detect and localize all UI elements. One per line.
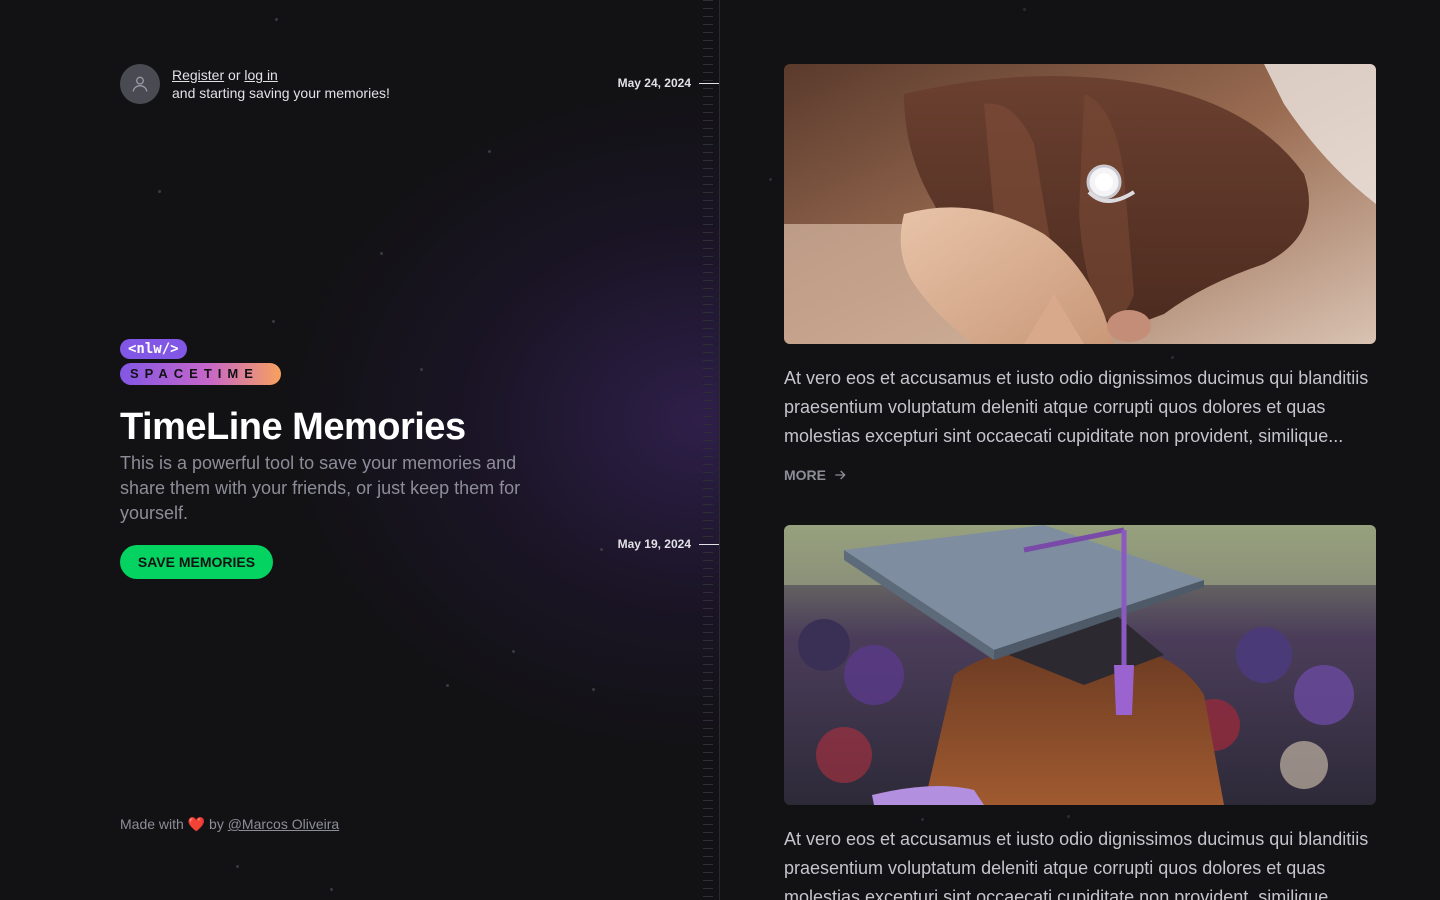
user-signin: Register or log in and starting saving y…	[120, 64, 390, 104]
heart-icon: ❤️	[187, 816, 206, 832]
timeline-date: May 19, 2024	[618, 537, 719, 551]
spacetime-badge: SPACETIME	[120, 363, 281, 385]
memories-feed[interactable]: At vero eos et accusamus et iusto odio d…	[721, 0, 1440, 900]
engagement-ring-photo	[784, 64, 1376, 344]
date-tick	[699, 82, 719, 84]
register-link[interactable]: Register	[172, 67, 224, 83]
avatar[interactable]	[120, 64, 160, 104]
hero-panel: Register or log in and starting saving y…	[0, 0, 720, 900]
memory-card: At vero eos et accusamus et iusto odio d…	[784, 64, 1376, 485]
by-text: by	[209, 816, 224, 832]
memory-card: At vero eos et accusamus et iusto odio d…	[784, 525, 1376, 900]
login-link[interactable]: log in	[244, 67, 277, 83]
date-label: May 19, 2024	[617, 537, 691, 551]
signin-subtitle: and starting saving your memories!	[172, 85, 390, 101]
arrow-right-icon	[835, 470, 846, 480]
graduation-cap-photo	[784, 525, 1376, 805]
footer-credit: Made with ❤️ by @Marcos Oliveira	[120, 816, 339, 833]
date-tick	[699, 543, 719, 545]
save-memories-button[interactable]: SAVE MEMORIES	[120, 545, 273, 579]
nlw-spacetime-logo: <nlw/> SPACETIME	[120, 339, 281, 385]
page-title: TimeLine Memories	[120, 406, 466, 448]
starfield	[0, 0, 719, 900]
memory-excerpt: At vero eos et accusamus et iusto odio d…	[784, 368, 1369, 446]
date-label: May 24, 2024	[617, 76, 691, 90]
signin-text: Register or log in and starting saving y…	[172, 66, 390, 102]
more-link[interactable]: MORE	[784, 467, 848, 483]
app-root: Register or log in and starting saving y…	[0, 0, 1440, 900]
more-label: MORE	[784, 467, 826, 483]
author-link[interactable]: @Marcos Oliveira	[228, 816, 339, 832]
page-description: This is a powerful tool to save your mem…	[120, 453, 521, 523]
timeline-ruler	[703, 0, 713, 900]
made-with-text: Made with	[120, 816, 184, 832]
memory-image[interactable]	[784, 525, 1376, 805]
memory-excerpt: At vero eos et accusamus et iusto odio d…	[784, 829, 1369, 900]
memory-image[interactable]	[784, 64, 1376, 344]
or-text: or	[228, 67, 241, 83]
timeline-date: May 24, 2024	[618, 76, 719, 90]
nlw-badge: <nlw/>	[120, 339, 187, 359]
user-icon	[132, 76, 148, 92]
